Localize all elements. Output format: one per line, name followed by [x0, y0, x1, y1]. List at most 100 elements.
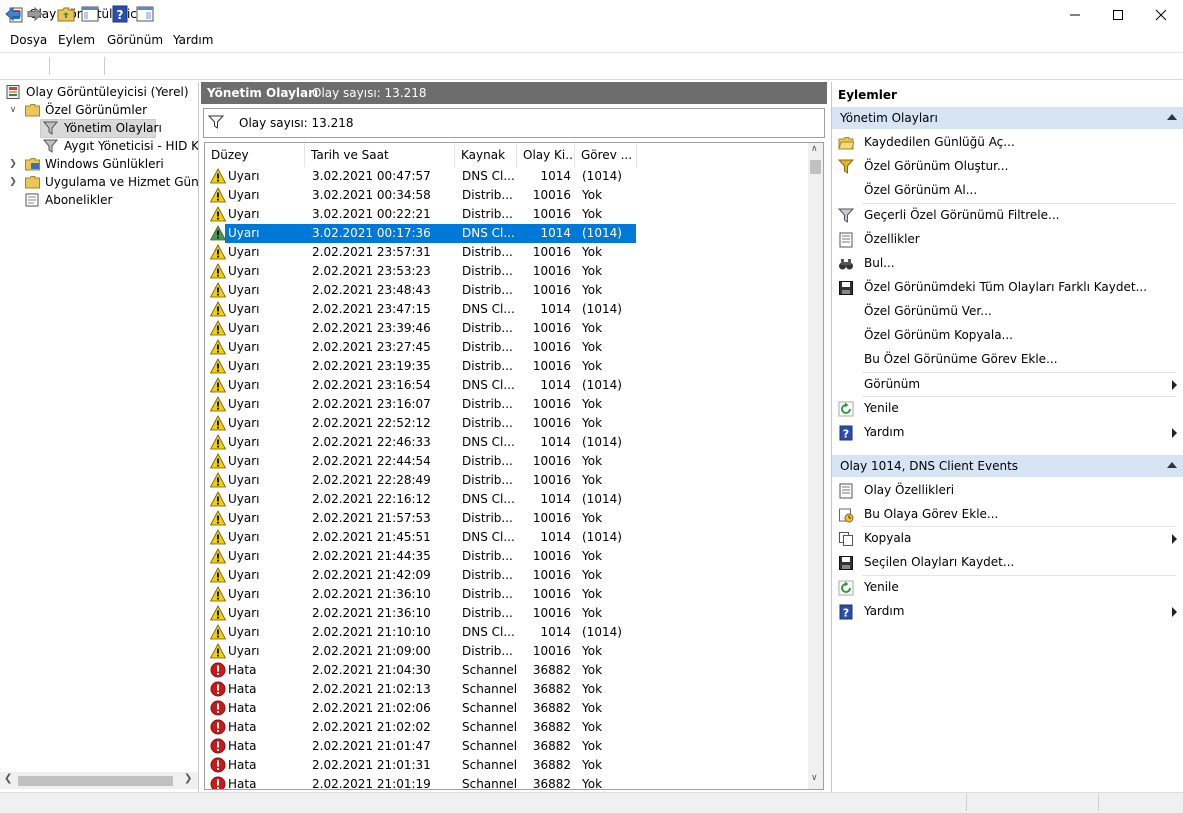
- action-kopyala[interactable]: Kopyala: [832, 527, 1183, 551]
- actions-section-administrative-events[interactable]: Yönetim Olayları: [832, 107, 1183, 129]
- refresh-icon: [838, 580, 854, 596]
- table-scroll-thumb[interactable]: [810, 160, 821, 174]
- table-row[interactable]: Uyarı 3.02.2021 00:47:57 DNS Cl... 1014 (101…: [205, 167, 809, 186]
- actions-section-event-1014[interactable]: Olay 1014, DNS Client Events: [832, 455, 1183, 477]
- tree-item-app-service-logs[interactable]: ❯ Uygulama ve Hizmet Günlük: [0, 173, 198, 191]
- action-bul[interactable]: Bul...: [832, 252, 1183, 276]
- table-vertical-scrollbar[interactable]: ∧ ∨: [808, 143, 823, 789]
- action-özellikler[interactable]: Özellikler: [832, 228, 1183, 252]
- scroll-down-icon[interactable]: ∨: [811, 773, 818, 783]
- maximize-button[interactable]: [1095, 0, 1141, 30]
- column-event-id[interactable]: Olay Ki...: [517, 143, 575, 167]
- column-level[interactable]: Düzey: [205, 143, 305, 167]
- action-özel-görünüm-oluştur[interactable]: Özel Görünüm Oluştur...: [832, 155, 1183, 179]
- table-row[interactable]: Uyarı 2.02.2021 21:09:00 Distrib... 10016 Yo…: [205, 642, 809, 661]
- table-row[interactable]: Hata 2.02.2021 21:02:13 Schannel 36882 Yok: [205, 680, 809, 699]
- cell-level: Uyarı: [228, 264, 260, 278]
- table-row[interactable]: Uyarı 2.02.2021 21:10:10 DNS Cl... 1014 (101…: [205, 623, 809, 642]
- chevron-right-icon[interactable]: ❯: [8, 173, 18, 191]
- action-seçilen-olayları-kaydet[interactable]: Seçilen Olayları Kaydet...: [832, 551, 1183, 575]
- table-row[interactable]: Uyarı 2.02.2021 23:16:54 DNS Cl... 1014 (101…: [205, 376, 809, 395]
- menu-action[interactable]: Eylem: [58, 33, 95, 47]
- table-row[interactable]: Hata 2.02.2021 21:02:02 Schannel 36882 Yok: [205, 718, 809, 737]
- scroll-left-icon[interactable]: ❮: [4, 773, 12, 784]
- tree-item-custom-views[interactable]: ∨ Özel Görünümler: [0, 101, 198, 119]
- help-icon[interactable]: ?: [111, 5, 129, 23]
- table-row[interactable]: Uyarı 2.02.2021 23:47:15 DNS Cl... 1014 (101…: [205, 300, 809, 319]
- menu-file[interactable]: Dosya: [10, 33, 47, 47]
- tree-scroll-thumb[interactable]: [18, 776, 173, 786]
- column-date-time[interactable]: Tarih ve Saat: [305, 143, 455, 167]
- show-hide-tree-icon[interactable]: [81, 5, 99, 23]
- table-row[interactable]: Uyarı 2.02.2021 23:27:45 Distrib... 10016 Yo…: [205, 338, 809, 357]
- menu-help[interactable]: Yardım: [173, 33, 213, 47]
- collapse-icon[interactable]: [1167, 462, 1177, 468]
- up-folder-icon[interactable]: [57, 5, 75, 23]
- action-yardım[interactable]: ? Yardım: [832, 600, 1183, 624]
- cell-event-id: 1014: [540, 625, 571, 639]
- cell-level: Uyarı: [228, 511, 260, 525]
- action-özel-görünümü-ver[interactable]: Özel Görünümü Ver...: [832, 300, 1183, 324]
- table-row[interactable]: Uyarı 2.02.2021 23:48:43 Distrib... 10016 Yo…: [205, 281, 809, 300]
- table-row[interactable]: Uyarı 2.02.2021 23:53:23 Distrib... 10016 Yo…: [205, 262, 809, 281]
- table-row[interactable]: Uyarı 2.02.2021 23:16:07 Distrib... 10016 Yo…: [205, 395, 809, 414]
- column-source[interactable]: Kaynak: [455, 143, 517, 167]
- table-row[interactable]: Uyarı 2.02.2021 21:42:09 Distrib... 10016 Yo…: [205, 566, 809, 585]
- table-row[interactable]: Uyarı 2.02.2021 23:39:46 Distrib... 10016 Yo…: [205, 319, 809, 338]
- action-yenile[interactable]: Yenile: [832, 576, 1183, 600]
- table-row[interactable]: Uyarı 2.02.2021 23:57:31 Distrib... 10016 Yo…: [205, 243, 809, 262]
- table-row[interactable]: Uyarı 2.02.2021 23:19:35 Distrib... 10016 Yo…: [205, 357, 809, 376]
- chevron-right-icon[interactable]: ❯: [8, 155, 18, 173]
- forward-arrow-icon[interactable]: [26, 5, 44, 23]
- table-row[interactable]: Uyarı 2.02.2021 22:44:54 Distrib... 10016 Yo…: [205, 452, 809, 471]
- action-kaydedilen-günlüğü-aç[interactable]: Kaydedilen Günlüğü Aç...: [832, 131, 1183, 155]
- collapse-icon[interactable]: [1167, 114, 1177, 120]
- action-bu-olaya-görev-ekle[interactable]: Bu Olaya Görev Ekle...: [832, 503, 1183, 527]
- table-row[interactable]: Uyarı 2.02.2021 21:45:51 DNS Cl... 1014 (101…: [205, 528, 809, 547]
- table-row[interactable]: Hata 2.02.2021 21:01:47 Schannel 36882 Yok: [205, 737, 809, 756]
- table-row[interactable]: Uyarı 2.02.2021 22:16:12 DNS Cl... 1014 (101…: [205, 490, 809, 509]
- table-row[interactable]: Uyarı 2.02.2021 22:46:33 DNS Cl... 1014 (101…: [205, 433, 809, 452]
- table-row[interactable]: Uyarı 2.02.2021 21:57:53 Distrib... 10016 Yo…: [205, 509, 809, 528]
- table-row[interactable]: Hata 2.02.2021 21:04:30 Schannel 36882 Yok: [205, 661, 809, 680]
- tree-item-event-viewer-local[interactable]: Olay Görüntüleyicisi (Yerel): [0, 83, 198, 101]
- scroll-right-icon[interactable]: ❯: [184, 773, 192, 784]
- action-görünüm[interactable]: Görünüm: [832, 373, 1183, 397]
- action-geçerli-özel-görünümü-filtrele[interactable]: Geçerli Özel Görünümü Filtrele...: [832, 204, 1183, 228]
- table-row[interactable]: Uyarı 2.02.2021 21:36:10 Distrib... 10016 Yo…: [205, 585, 809, 604]
- table-row[interactable]: Uyarı 3.02.2021 00:34:58 Distrib... 10016 Yo…: [205, 186, 809, 205]
- action-özel-görünüm-kopyala[interactable]: Özel Görünüm Kopyala...: [832, 324, 1183, 348]
- tree-item-administrative-events[interactable]: Yönetim Olayları: [40, 119, 162, 138]
- table-row[interactable]: Uyarı 2.02.2021 21:36:10 Distrib... 10016 Yo…: [205, 604, 809, 623]
- action-özel-görünümdeki-tüm-olayları-farklı-kaydet[interactable]: Özel Görünümdeki Tüm Olayları Farklı Kay…: [832, 276, 1183, 300]
- table-row[interactable]: Hata 2.02.2021 21:01:31 Schannel 36882 Yok: [205, 756, 809, 775]
- action-yardım[interactable]: ? Yardım: [832, 421, 1183, 445]
- back-arrow-icon[interactable]: [4, 5, 22, 23]
- column-task-category[interactable]: Görev ...: [575, 143, 637, 167]
- table-row[interactable]: Uyarı 2.02.2021 22:52:12 Distrib... 10016 Yo…: [205, 414, 809, 433]
- action-özel-görünüm-al[interactable]: Özel Görünüm Al...: [832, 179, 1183, 203]
- scroll-up-icon[interactable]: ∧: [811, 144, 818, 154]
- table-row[interactable]: Uyarı 2.02.2021 21:44:35 Distrib... 10016 Yo…: [205, 547, 809, 566]
- minimize-button[interactable]: [1052, 0, 1098, 30]
- chevron-down-icon[interactable]: ∨: [8, 101, 18, 119]
- tree-item-windows-logs[interactable]: ❯ Windows Günlükleri: [0, 155, 198, 173]
- action-bu-özel-görünüme-görev-ekle[interactable]: Bu Özel Görünüme Görev Ekle...: [832, 348, 1183, 372]
- action-yenile[interactable]: Yenile: [832, 397, 1183, 421]
- table-row[interactable]: Hata 2.02.2021 21:02:06 Schannel 36882 Yok: [205, 699, 809, 718]
- table-row[interactable]: Uyarı 3.02.2021 00:17:36 DNS Cl... 1014 (101…: [205, 224, 809, 243]
- action-label: Yenile: [864, 401, 899, 415]
- cell-level: Hata: [228, 739, 257, 753]
- show-hide-action-pane-icon[interactable]: [136, 5, 154, 23]
- tree-item-device-manager-hid[interactable]: Aygıt Yöneticisi - HID Kla: [0, 137, 198, 155]
- filter-icon: [838, 208, 854, 223]
- cell-level: Uyarı: [228, 188, 260, 202]
- warning-icon: [210, 282, 226, 298]
- tree-item-subscriptions[interactable]: Abonelikler: [0, 191, 198, 209]
- action-olay-özellikleri[interactable]: Olay Özellikleri: [832, 479, 1183, 503]
- table-row[interactable]: Uyarı 2.02.2021 22:28:49 Distrib... 10016 Yo…: [205, 471, 809, 490]
- menu-view[interactable]: Görünüm: [107, 33, 163, 47]
- table-row[interactable]: Hata 2.02.2021 21:01:19 Schannel 36882 Yok: [205, 775, 809, 789]
- table-row[interactable]: Uyarı 3.02.2021 00:22:21 Distrib... 10016 Yo…: [205, 205, 809, 224]
- close-button[interactable]: [1138, 0, 1183, 30]
